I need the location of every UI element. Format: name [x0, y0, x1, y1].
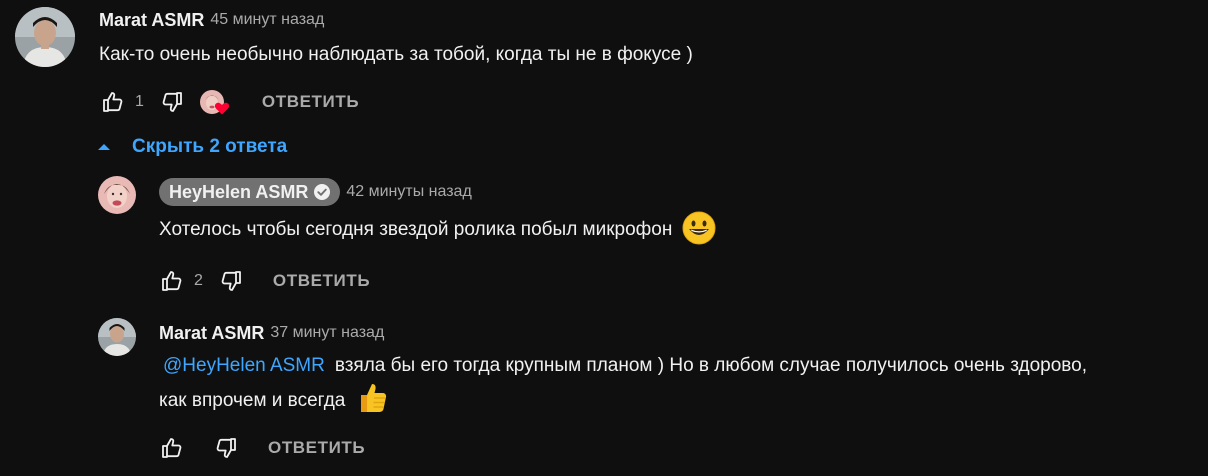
thumb-up-icon	[103, 92, 123, 112]
comment-text: Как-то очень необычно наблюдать за тобой…	[99, 44, 693, 65]
comment-header: Marat ASMR 45 минут назад	[99, 9, 324, 31]
avatar[interactable]	[98, 176, 136, 214]
reply-actions: ОТВЕТИТЬ	[158, 432, 365, 464]
reply-text-body: Хотелось чтобы сегодня звездой ролика по…	[159, 219, 673, 240]
hide-replies-button[interactable]: Скрыть 2 ответа	[96, 135, 287, 159]
avatar[interactable]	[15, 7, 75, 67]
reply-header: HeyHelen ASMR 42 минуты назад	[159, 178, 472, 206]
thumbs-up-emoji	[360, 383, 386, 412]
reply-timestamp[interactable]: 42 минуты назад	[346, 183, 471, 201]
comment-author[interactable]: Marat ASMR	[99, 10, 204, 31]
heart-icon	[214, 102, 229, 115]
like-button[interactable]	[158, 434, 186, 462]
reply-text: Хотелось чтобы сегодня звездой ролика по…	[159, 211, 716, 247]
thumb-up-icon	[162, 438, 182, 458]
like-button[interactable]	[99, 88, 127, 116]
reply-text: @HeyHelen ASMR взяла бы его тогда крупным…	[159, 352, 1087, 380]
reply-timestamp[interactable]: 37 минут назад	[270, 324, 384, 342]
avatar[interactable]	[98, 318, 136, 356]
reply-text-line1: взяла бы его тогда крупным планом ) Но в…	[334, 355, 1087, 376]
thumb-down-icon	[162, 92, 182, 112]
comment-actions: 1 ОТВЕТИТЬ	[99, 86, 359, 118]
like-button[interactable]	[158, 267, 186, 295]
dislike-button[interactable]	[158, 88, 186, 116]
reply-header: Marat ASMR 37 минут назад	[159, 322, 384, 344]
reply-button[interactable]: ОТВЕТИТЬ	[273, 271, 370, 291]
chevron-up-icon	[98, 144, 110, 150]
reply-text-continued: как впрочем и всегда	[159, 383, 389, 418]
reply-author[interactable]: Marat ASMR	[159, 323, 264, 344]
dislike-button[interactable]	[217, 267, 245, 295]
reply-button[interactable]: ОТВЕТИТЬ	[268, 438, 365, 458]
mention-link[interactable]: @HeyHelen ASMR	[163, 355, 325, 376]
dislike-button[interactable]	[212, 434, 240, 462]
reply-text-line2: как впрочем и всегда	[159, 390, 346, 411]
thumb-down-icon	[216, 438, 236, 458]
verified-check-icon	[314, 184, 331, 200]
like-count: 2	[194, 272, 203, 289]
comments-section: Marat ASMR 45 минут назад Как-то очень н…	[0, 0, 1208, 476]
reply-actions: 2 ОТВЕТИТЬ	[158, 265, 370, 297]
creator-author-pill[interactable]: HeyHelen ASMR	[159, 178, 341, 206]
thumb-down-icon	[221, 271, 241, 291]
like-count: 1	[135, 93, 144, 110]
thumb-up-icon	[162, 271, 182, 291]
grinning-face-emoji	[682, 211, 716, 245]
reply-button[interactable]: ОТВЕТИТЬ	[262, 92, 359, 112]
reply-author: HeyHelen ASMR	[169, 181, 309, 202]
creator-heart-badge	[199, 88, 232, 116]
hide-replies-label: Скрыть 2 ответа	[132, 136, 288, 157]
comment-timestamp[interactable]: 45 минут назад	[210, 11, 324, 29]
